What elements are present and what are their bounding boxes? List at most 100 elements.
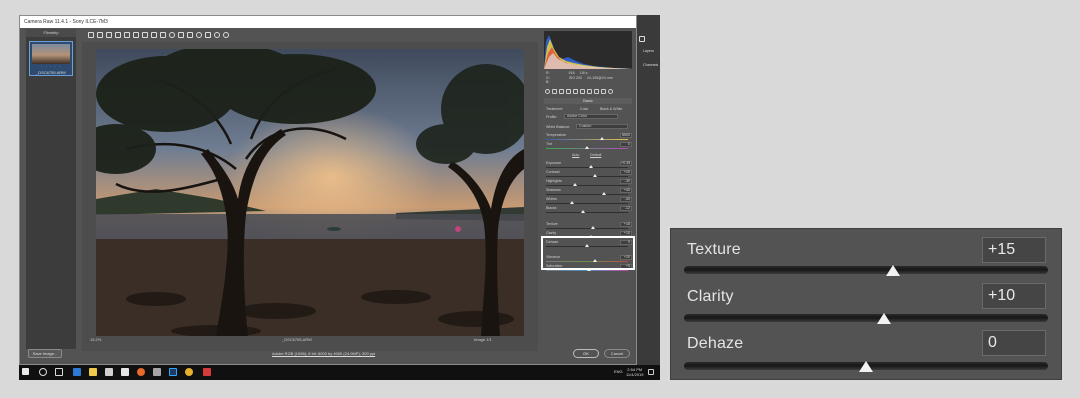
firefox-icon[interactable] <box>137 368 145 376</box>
red-eye-icon[interactable] <box>169 32 175 38</box>
zoom-tool-icon[interactable] <box>88 32 94 38</box>
layers-tab[interactable]: Layers <box>643 49 654 53</box>
zoom-level[interactable]: 15.2% <box>90 337 101 342</box>
rotate-left-icon[interactable] <box>214 32 220 38</box>
adjustment-brush-icon[interactable] <box>178 32 184 38</box>
blacks-value[interactable]: -12 <box>620 206 632 211</box>
calibration-tab-icon[interactable] <box>594 89 599 94</box>
tint-slider[interactable] <box>546 146 628 149</box>
color-sampler-icon[interactable] <box>115 32 121 38</box>
notifications-icon[interactable] <box>648 369 654 375</box>
clock[interactable]: 2:54 PM 11/4/2019 <box>626 367 644 377</box>
basic-tab-icon[interactable] <box>545 89 550 94</box>
clarity-slider-thumb[interactable] <box>877 313 892 324</box>
chrome-icon[interactable] <box>185 368 193 376</box>
highlights-label: Highlights <box>546 179 562 183</box>
filmstrip-thumbnail[interactable]: · · · · · _DSC6755.ARW <box>29 41 73 76</box>
treatment-color-radio[interactable]: Color <box>580 107 589 111</box>
treatment-bw-radio[interactable]: Black & White <box>600 107 622 111</box>
language-indicator[interactable]: ENG <box>614 369 623 374</box>
ok-button[interactable]: OK <box>573 349 599 358</box>
lens-tab-icon[interactable] <box>580 89 585 94</box>
slider-thumb[interactable] <box>585 146 589 149</box>
highlights-slider[interactable] <box>546 183 628 186</box>
clarity-slider[interactable] <box>684 313 1048 324</box>
cancel-button[interactable]: Cancel <box>604 349 630 358</box>
tint-value[interactable]: 0 <box>620 142 632 147</box>
clarity-input[interactable]: +10 <box>982 283 1046 309</box>
radial-filter-icon[interactable] <box>196 32 202 38</box>
adjustments-panel: R: f/16 1/8 s G: ISO 200 24-105@24 mm B:… <box>542 29 636 349</box>
aperture: f/16 <box>568 71 575 75</box>
saturation-slider[interactable] <box>546 268 628 271</box>
photo-preview[interactable] <box>96 49 524 336</box>
profile-select[interactable]: Adobe Color <box>564 114 618 119</box>
texture-slider[interactable] <box>684 265 1048 276</box>
slider-thumb[interactable] <box>600 137 604 140</box>
white-balance-tool-icon[interactable] <box>106 32 112 38</box>
wb-select[interactable]: Custom <box>576 124 628 129</box>
hand-tool-icon[interactable] <box>97 32 103 38</box>
effects-tab-icon[interactable] <box>587 89 592 94</box>
slider-thumb[interactable] <box>591 226 595 229</box>
presets-tab-icon[interactable] <box>601 89 606 94</box>
shadows-row: Shadows +40 <box>546 188 632 193</box>
highlights-value[interactable]: -30 <box>620 179 632 184</box>
layers-icon[interactable] <box>639 36 645 42</box>
texture-value[interactable]: +15 <box>620 222 632 227</box>
slider-thumb[interactable] <box>589 165 593 168</box>
texture-input[interactable]: +15 <box>982 237 1046 263</box>
shadows-value[interactable]: +40 <box>620 188 632 193</box>
app-red-icon[interactable] <box>203 368 211 376</box>
exposure-value[interactable]: +0.35 <box>620 161 632 166</box>
white-balance-row: White Balance: Custom <box>546 124 632 129</box>
photoshop-icon[interactable] <box>169 368 177 376</box>
slider-thumb[interactable] <box>570 201 574 204</box>
straighten-tool-icon[interactable] <box>142 32 148 38</box>
slider-thumb[interactable] <box>593 174 597 177</box>
targeted-adjustment-icon[interactable] <box>124 32 130 38</box>
transform-tool-icon[interactable] <box>151 32 157 38</box>
dehaze-input[interactable]: 0 <box>982 330 1046 356</box>
split-toning-tab-icon[interactable] <box>573 89 578 94</box>
spot-removal-icon[interactable] <box>160 32 166 38</box>
dehaze-slider-thumb[interactable] <box>859 361 873 372</box>
detail-tab-icon[interactable] <box>559 89 564 94</box>
texture-slider[interactable] <box>546 226 628 229</box>
blacks-slider[interactable] <box>546 210 628 213</box>
slider-thumb[interactable] <box>602 192 606 195</box>
default-link[interactable]: Default <box>590 153 601 157</box>
save-image-button[interactable]: Save Image... <box>28 349 62 358</box>
file-explorer-icon[interactable] <box>89 368 97 376</box>
graduated-filter-icon[interactable] <box>187 32 193 38</box>
channels-tab[interactable]: Channels <box>643 63 658 67</box>
snapshots-tab-icon[interactable] <box>608 89 613 94</box>
texture-slider-thumb[interactable] <box>886 265 901 276</box>
app-icon[interactable] <box>153 368 161 376</box>
whites-slider[interactable] <box>546 201 628 204</box>
crop-tool-icon[interactable] <box>133 32 139 38</box>
tone-curve-tab-icon[interactable] <box>552 89 557 94</box>
slider-thumb[interactable] <box>581 210 585 213</box>
edge-icon[interactable] <box>73 368 81 376</box>
slider-thumb[interactable] <box>573 183 577 186</box>
task-view-icon[interactable] <box>55 368 63 376</box>
temperature-value[interactable]: 5500 <box>620 133 632 138</box>
window-title: Camera Raw 11.4.1 - Sony ILCE-7M3 <box>24 19 108 25</box>
store-icon[interactable] <box>105 368 113 376</box>
hsl-tab-icon[interactable] <box>566 89 571 94</box>
windows-start-icon[interactable] <box>22 368 29 375</box>
whites-value[interactable]: -40 <box>620 197 632 202</box>
search-icon[interactable] <box>39 368 47 376</box>
exposure-slider[interactable] <box>546 165 628 168</box>
rotate-right-icon[interactable] <box>223 32 229 38</box>
dehaze-slider[interactable] <box>684 361 1048 372</box>
preferences-icon[interactable] <box>205 32 211 38</box>
shadows-slider[interactable] <box>546 192 628 195</box>
auto-link[interactable]: Auto <box>572 153 579 157</box>
workflow-options-link[interactable]: Adobe RGB (1998); 8 bit; 6000 by 4000 (2… <box>272 351 375 356</box>
temperature-slider[interactable] <box>546 137 628 140</box>
mail-icon[interactable] <box>121 368 129 376</box>
contrast-value[interactable]: +20 <box>620 170 632 175</box>
contrast-slider[interactable] <box>546 174 628 177</box>
